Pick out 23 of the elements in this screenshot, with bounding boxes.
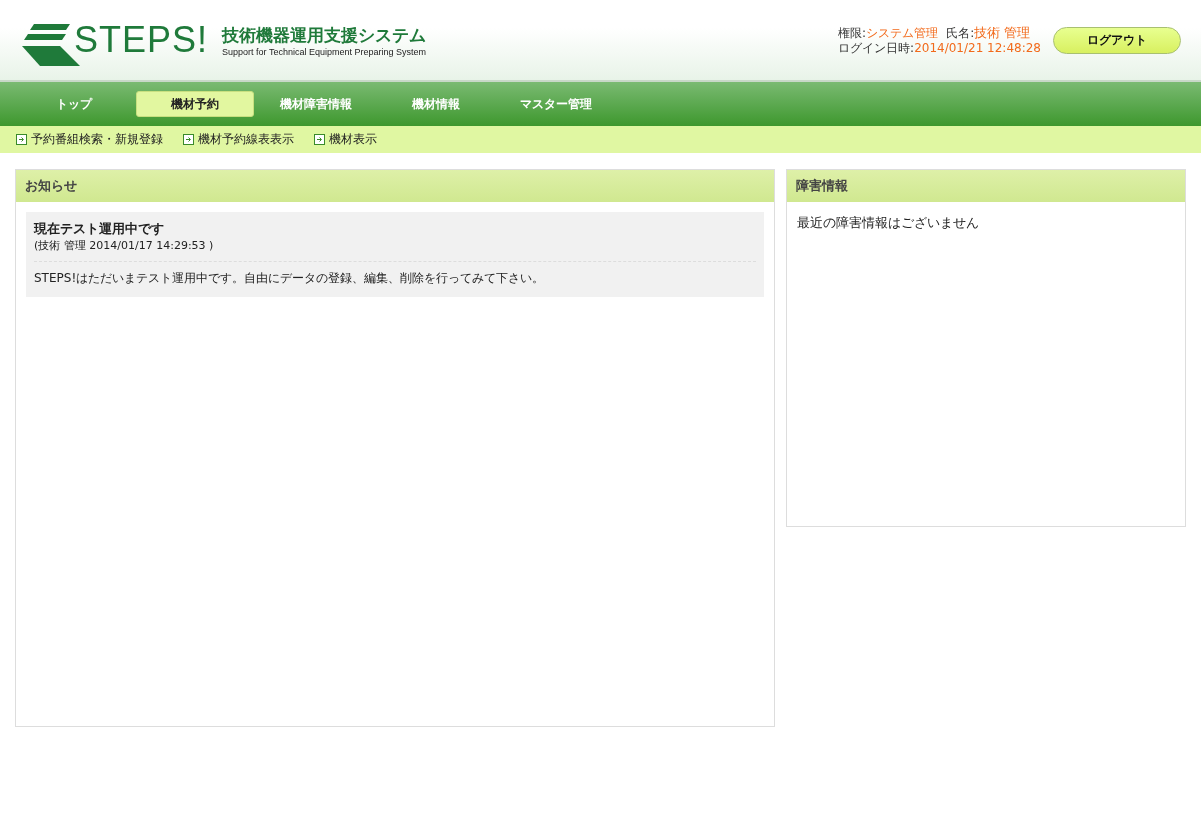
notice-meta: (技術 管理 2014/01/17 14:29:53 ) bbox=[34, 238, 757, 262]
failure-message: 最近の障害情報はございません bbox=[797, 214, 981, 232]
subnav-link[interactable]: 機材表示 bbox=[329, 131, 377, 148]
notice-title: 現在テスト運用中です bbox=[34, 220, 165, 238]
logo-text: STEPS! bbox=[74, 19, 209, 61]
role-value: システム管理 bbox=[866, 25, 939, 40]
name-value: 技術 管理 bbox=[974, 24, 1031, 40]
login-time-label: ログイン日時: bbox=[838, 40, 915, 55]
login-time-value: 2014/01/21 12:48:28 bbox=[914, 40, 1041, 55]
arrow-box-icon bbox=[314, 134, 325, 145]
system-subtitle: Support for Technical Equipment Preparing System bbox=[222, 46, 427, 57]
subnav-link[interactable]: 予約番組検索・新規登録 bbox=[31, 131, 163, 148]
panel-title: 障害情報 bbox=[796, 177, 849, 195]
arrow-box-icon bbox=[16, 134, 27, 145]
role-label: 権限: bbox=[838, 25, 867, 40]
notice-body: STEPS!はただいまテスト運用中です。自由にデータの登録、編集、削除を行ってみて下さい。 bbox=[34, 270, 546, 287]
subnav-link[interactable]: 機材予約線表表示 bbox=[198, 131, 294, 148]
panel-title: お知らせ bbox=[25, 177, 77, 195]
arrow-box-icon bbox=[183, 134, 194, 145]
logout-button[interactable]: ログアウト bbox=[1053, 26, 1181, 54]
system-title: 技術機器運用支援システム bbox=[222, 23, 427, 47]
name-label: 氏名: bbox=[946, 25, 975, 40]
nav-tab[interactable]: 機材予約 bbox=[136, 91, 254, 117]
